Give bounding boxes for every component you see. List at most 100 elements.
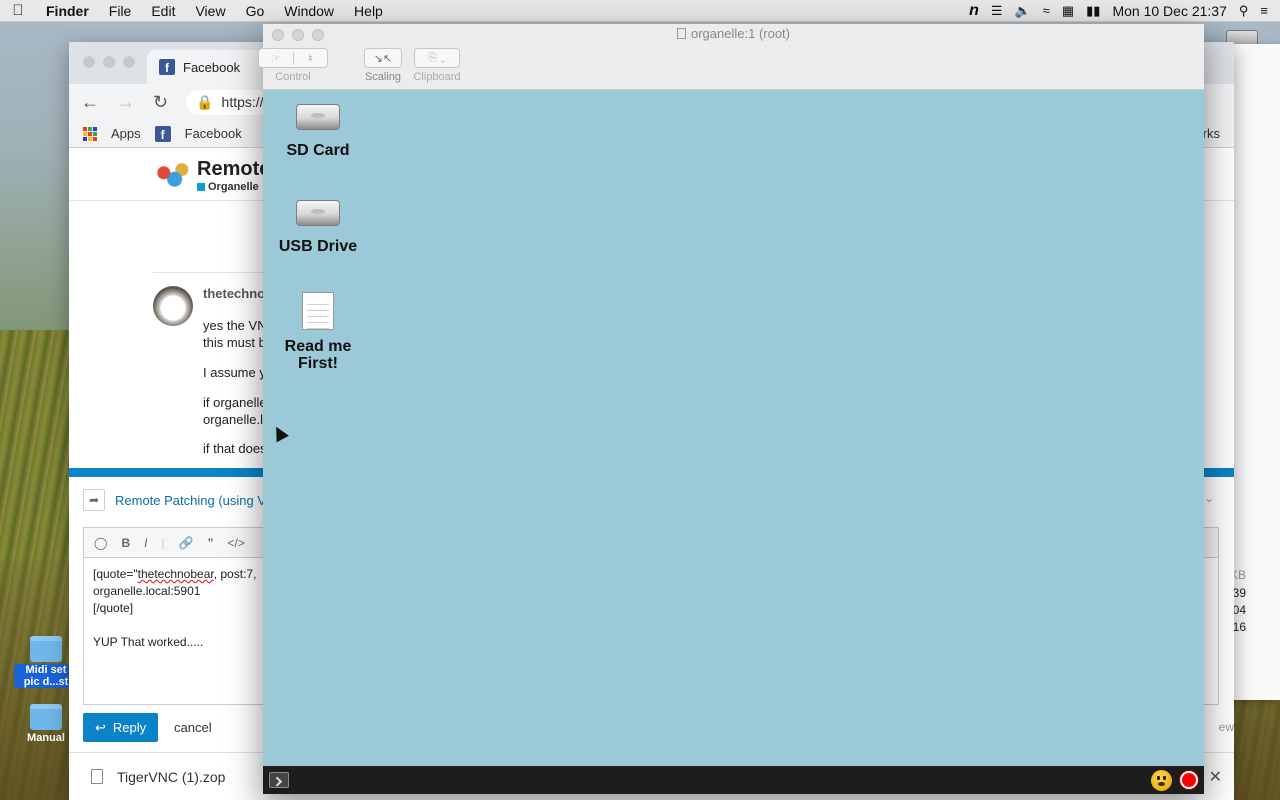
vnc-toolbar: ☞ ♮ Control ↘↖ Scaling ⎘ ⌄ Clipboard bbox=[258, 44, 1204, 90]
forum-header: Remote Organelle bbox=[153, 158, 270, 193]
blockquote-icon[interactable]: ” bbox=[208, 536, 214, 550]
forum-logo[interactable] bbox=[153, 159, 189, 192]
menu-extras: n ☰ 🔈 ≈ ▦ ▮▮ Mon 10 Dec 21:37 ⚲ ≡ bbox=[969, 2, 1280, 20]
close-icon[interactable]: ✕ bbox=[1209, 767, 1222, 787]
menu-file[interactable]: File bbox=[99, 3, 142, 19]
avatar[interactable] bbox=[153, 286, 193, 326]
menu-window[interactable]: Window bbox=[274, 3, 344, 19]
smiley-face-icon[interactable] bbox=[1151, 770, 1172, 791]
notification-center-icon[interactable]: ≡ bbox=[1260, 3, 1268, 18]
folder-icon bbox=[30, 704, 62, 730]
topic-title[interactable]: Remote bbox=[197, 158, 270, 181]
bold-icon[interactable]: B bbox=[121, 536, 130, 550]
lock-icon: 🔒 bbox=[196, 93, 214, 110]
remote-desktop[interactable]: SD Card USB Drive Read me First! bbox=[263, 90, 1204, 766]
minimize-window-button[interactable] bbox=[103, 56, 115, 68]
file-icon bbox=[91, 769, 103, 784]
close-window-button[interactable] bbox=[83, 56, 95, 68]
bookmark-others[interactable]: rks bbox=[1203, 126, 1220, 141]
input-source-icon[interactable]: ▦ bbox=[1062, 3, 1074, 19]
menu-edit[interactable]: Edit bbox=[141, 3, 185, 19]
separator: | bbox=[161, 535, 165, 550]
preview-toggle[interactable]: ew bbox=[1219, 720, 1234, 734]
code-icon[interactable]: </> bbox=[228, 536, 245, 550]
clipboard-label: Clipboard bbox=[413, 71, 461, 83]
control-group: ☞ ♮ Control bbox=[258, 44, 328, 89]
post-text: this must b bbox=[203, 335, 266, 350]
topic-category[interactable]: Organelle bbox=[197, 181, 270, 193]
post-text: if organelle bbox=[203, 395, 267, 410]
facebook-icon: f bbox=[159, 59, 175, 75]
vnc-titlebar: organelle:1 (root) bbox=[263, 24, 1204, 44]
document-proxy-icon bbox=[677, 28, 686, 39]
post-author[interactable]: thetechno bbox=[203, 286, 265, 301]
remote-icon-label: USB Drive bbox=[278, 238, 358, 255]
apple-menu-icon[interactable]:  bbox=[0, 2, 36, 19]
vnc-viewer-window: organelle:1 (root) ☞ ♮ Control ↘↖ Scalin… bbox=[258, 24, 1204, 794]
menu-bar:  Finder File Edit View Go Window Help n… bbox=[0, 0, 1280, 22]
category-label: Organelle bbox=[208, 181, 259, 193]
reply-arrow-icon[interactable]: ➦ bbox=[83, 489, 105, 511]
wifi-icon[interactable]: ≈ bbox=[1043, 3, 1050, 18]
quote-bubble-icon[interactable]: ◯ bbox=[94, 536, 107, 550]
post-text: if that does bbox=[203, 441, 267, 456]
bookmark-facebook[interactable]: Facebook bbox=[185, 126, 242, 141]
zoom-window-button[interactable] bbox=[123, 56, 135, 68]
scaling-group: ↘↖ Scaling bbox=[361, 44, 405, 89]
spellcheck-word: thetechnobear bbox=[137, 567, 214, 581]
minimize-window-button[interactable] bbox=[292, 29, 304, 41]
zoom-window-button[interactable] bbox=[312, 29, 324, 41]
clipboard-group: ⎘ ⌄ Clipboard bbox=[413, 44, 461, 89]
link-icon[interactable]: 🔗 bbox=[179, 536, 194, 550]
post-text: yes the VN bbox=[203, 318, 267, 333]
terminal-icon[interactable] bbox=[269, 772, 289, 788]
menu-view[interactable]: View bbox=[185, 3, 235, 19]
binoculars-icon: ♮ bbox=[292, 51, 328, 65]
reload-icon[interactable]: ↻ bbox=[153, 92, 168, 113]
size-cell: 16 bbox=[1232, 620, 1246, 634]
post-text: organelle.lo bbox=[203, 412, 271, 427]
close-window-button[interactable] bbox=[272, 29, 284, 41]
download-file-name[interactable]: TigerVNC (1).zop bbox=[117, 769, 225, 785]
menu-app-name[interactable]: Finder bbox=[36, 3, 99, 19]
facebook-icon: f bbox=[154, 125, 171, 142]
scaling-label: Scaling bbox=[364, 71, 402, 83]
menu-go[interactable]: Go bbox=[236, 3, 275, 19]
equalizer-icon[interactable]: ☰ bbox=[991, 3, 1003, 19]
desktop-folder-label: Manual bbox=[27, 732, 65, 744]
remote-icon-read-me[interactable]: Read me First! bbox=[263, 292, 373, 372]
volume-icon[interactable]: 🔈 bbox=[1015, 3, 1031, 19]
remote-taskbar bbox=[263, 766, 1204, 794]
n-app-icon[interactable]: n bbox=[969, 2, 979, 20]
window-controls bbox=[83, 56, 135, 68]
scaling-button[interactable]: ↘↖ bbox=[364, 48, 402, 68]
bookmark-apps[interactable]: Apps bbox=[111, 126, 141, 141]
record-icon[interactable] bbox=[1180, 771, 1198, 789]
url-text: https://f bbox=[221, 94, 268, 110]
menu-help[interactable]: Help bbox=[344, 3, 393, 19]
composer-topic-link[interactable]: Remote Patching (using VN bbox=[115, 493, 275, 508]
category-color-icon bbox=[197, 183, 205, 191]
remote-icon-sd-card[interactable]: SD Card bbox=[263, 104, 373, 159]
reply-button-label: Reply bbox=[112, 720, 147, 735]
remote-icon-usb-drive[interactable]: USB Drive bbox=[263, 200, 373, 255]
remote-icon-label: SD Card bbox=[286, 142, 350, 159]
italic-icon[interactable]: I bbox=[144, 536, 147, 550]
cancel-link[interactable]: cancel bbox=[174, 720, 212, 735]
clipboard-button[interactable]: ⎘ ⌄ bbox=[414, 48, 460, 68]
folder-icon bbox=[30, 636, 62, 662]
spotlight-search-icon[interactable]: ⚲ bbox=[1239, 3, 1249, 19]
composer-header: ➦ Remote Patching (using VN bbox=[83, 489, 275, 511]
clipboard-icon: ⎘ ⌄ bbox=[428, 51, 446, 64]
clock[interactable]: Mon 10 Dec 21:37 bbox=[1112, 3, 1226, 19]
forward-arrow-icon[interactable]: → bbox=[117, 92, 135, 113]
battery-icon[interactable]: ▮▮ bbox=[1086, 3, 1100, 19]
hard-drive-icon bbox=[296, 200, 340, 226]
reply-button[interactable]: ↩ Reply bbox=[83, 713, 159, 742]
control-button[interactable]: ☞ ♮ bbox=[258, 48, 328, 68]
chevron-down-icon[interactable]: ⌄ bbox=[1204, 491, 1214, 505]
back-arrow-icon[interactable]: ← bbox=[81, 92, 99, 113]
control-label: Control bbox=[275, 71, 311, 83]
scaling-arrows-icon: ↘↖ bbox=[373, 52, 393, 65]
remote-icon-label: Read me First! bbox=[284, 338, 352, 372]
